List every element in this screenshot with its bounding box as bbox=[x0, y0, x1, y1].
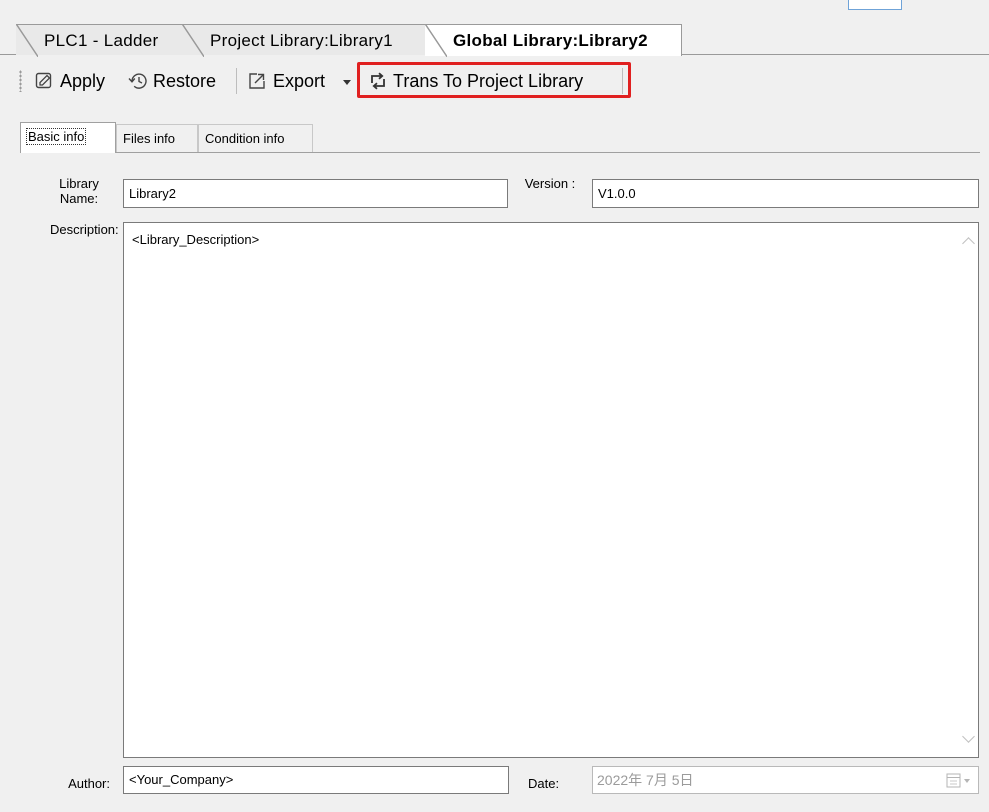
version-input[interactable]: V1.0.0 bbox=[592, 179, 979, 208]
top-strip bbox=[0, 0, 989, 12]
description-text: <Library_Description> bbox=[132, 232, 260, 247]
tab-label: Basic info bbox=[25, 128, 87, 145]
scroll-down-icon[interactable] bbox=[962, 730, 975, 743]
description-label-text: Description: bbox=[50, 222, 119, 237]
export-icon bbox=[249, 73, 265, 89]
toolbar-separator bbox=[236, 68, 237, 94]
top-window-control[interactable] bbox=[848, 0, 902, 10]
tab-project-library[interactable]: Project Library:Library1 bbox=[182, 24, 436, 57]
properties-tab-bar: Basic info Files info Condition info bbox=[20, 122, 980, 153]
tab-global-library[interactable]: Global Library:Library2 bbox=[425, 24, 682, 57]
calendar-dropdown-icon[interactable] bbox=[946, 773, 974, 789]
author-label: Author: bbox=[68, 776, 110, 791]
highlight-box bbox=[357, 62, 631, 98]
date-value: 2022年 7月 5日 bbox=[597, 772, 694, 788]
export-button[interactable]: Export bbox=[248, 68, 354, 94]
date-label: Date: bbox=[528, 776, 560, 791]
export-label: Export bbox=[273, 71, 326, 91]
apply-button[interactable]: Apply bbox=[35, 68, 115, 94]
scroll-up-icon[interactable] bbox=[962, 237, 975, 250]
library-name-label: Library Name: bbox=[50, 176, 108, 206]
description-label: Description: bbox=[50, 222, 119, 237]
library-name-label-text: Library Name: bbox=[59, 176, 99, 206]
export-dropdown-icon[interactable] bbox=[343, 80, 351, 85]
tab-label: Files info bbox=[123, 131, 176, 146]
restore-label: Restore bbox=[153, 71, 217, 91]
tab-plc1-ladder[interactable]: PLC1 - Ladder bbox=[16, 24, 194, 57]
tab-basic-info[interactable]: Basic info bbox=[20, 122, 116, 153]
tab-files-info[interactable]: Files info bbox=[116, 124, 198, 152]
library-name-input[interactable]: Library2 bbox=[123, 179, 508, 208]
toolbar-grip[interactable] bbox=[19, 70, 22, 92]
tab-label: PLC1 - Ladder bbox=[44, 31, 159, 50]
tab-condition-info[interactable]: Condition info bbox=[198, 124, 313, 152]
version-label: Version : bbox=[518, 176, 582, 191]
restore-icon bbox=[128, 73, 147, 89]
apply-label: Apply bbox=[60, 71, 106, 91]
tab-label: Condition info bbox=[205, 131, 285, 146]
edit-icon bbox=[35, 72, 52, 89]
tab-label: Project Library:Library1 bbox=[210, 31, 393, 50]
tab-label: Global Library:Library2 bbox=[453, 31, 648, 50]
version-label-text: Version : bbox=[524, 176, 576, 191]
description-textarea[interactable]: <Library_Description> bbox=[123, 222, 979, 758]
author-input[interactable]: <Your_Company> bbox=[123, 766, 509, 794]
description-scrollbar[interactable] bbox=[959, 223, 978, 757]
document-tab-bar: PLC1 - Ladder Project Library:Library1 G… bbox=[0, 12, 989, 57]
date-picker[interactable]: 2022年 7月 5日 bbox=[592, 766, 979, 794]
restore-button[interactable]: Restore bbox=[128, 68, 228, 94]
